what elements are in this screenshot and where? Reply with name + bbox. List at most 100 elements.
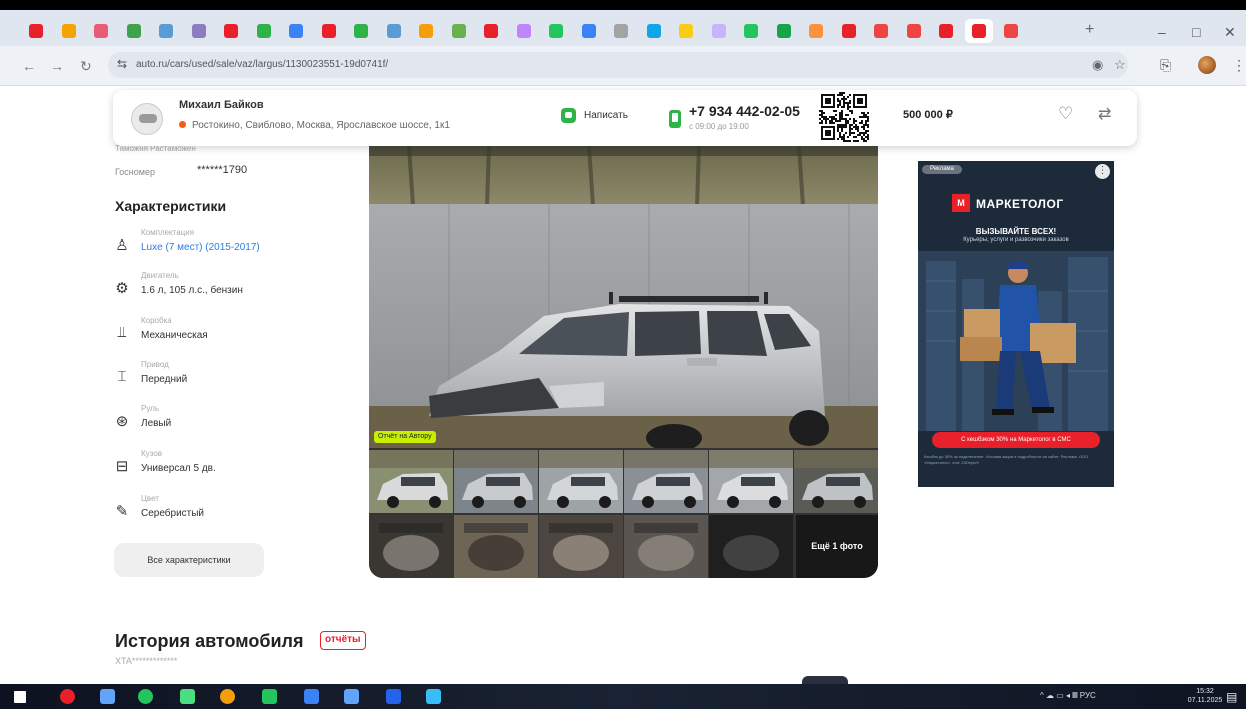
photo-thumbnail[interactable] [369, 515, 453, 578]
browser-tab[interactable] [380, 19, 408, 43]
browser-tab[interactable] [965, 19, 993, 43]
photo-thumbnail[interactable] [454, 515, 538, 578]
browser-tab[interactable] [607, 19, 635, 43]
browser-tab[interactable] [477, 19, 505, 43]
photo-thumbnail[interactable] [709, 450, 793, 513]
tab-favicon-icon [354, 24, 368, 38]
photo-thumbnail[interactable] [794, 450, 878, 513]
photo-thumbnail[interactable] [709, 515, 793, 578]
chat-icon [561, 108, 576, 123]
tab-favicon-icon [647, 24, 661, 38]
report-badge: Отчёт на Автору [374, 431, 436, 443]
browser-tab[interactable] [445, 19, 473, 43]
characteristic-value: Левый [141, 418, 172, 429]
taskbar-app-icon[interactable] [426, 689, 441, 704]
start-button[interactable] [14, 691, 26, 703]
browser-tab[interactable] [315, 19, 343, 43]
all-characteristics-button[interactable]: Все характеристики [114, 543, 264, 577]
browser-tab[interactable] [770, 19, 798, 43]
profile-avatar[interactable] [1198, 56, 1216, 74]
browser-tab[interactable] [87, 19, 115, 43]
seller-name[interactable]: Михаил Байков [179, 99, 264, 111]
ad-menu-icon[interactable]: ⋮ [1095, 164, 1110, 179]
browser-menu-icon[interactable]: ⋮ [1232, 57, 1246, 74]
characteristic-label: Руль [141, 404, 159, 413]
new-tab-button[interactable]: + [1085, 21, 1094, 39]
phone-number[interactable]: +7 934 442-02-05 [689, 103, 800, 119]
thumbnail-image [539, 515, 623, 578]
photo-thumbnail[interactable] [539, 515, 623, 578]
reload-button[interactable]: ↻ [80, 58, 92, 75]
favorite-heart-icon[interactable]: ♡ [1058, 104, 1073, 124]
site-info-icon[interactable]: ⇆ [117, 57, 127, 71]
thumbnail-image [369, 450, 453, 513]
browser-tab[interactable] [55, 19, 83, 43]
browser-tab[interactable] [217, 19, 245, 43]
browser-tab[interactable] [282, 19, 310, 43]
browser-tab[interactable] [932, 19, 960, 43]
browser-tab[interactable] [120, 19, 148, 43]
browser-tab[interactable] [152, 19, 180, 43]
bookmark-star-icon[interactable]: ☆ [1114, 57, 1126, 73]
photo-thumbnail[interactable] [454, 450, 538, 513]
close-window-button[interactable]: ✕ [1224, 24, 1236, 41]
ad-banner[interactable]: Реклама ⋮ М МАРКЕТОЛОГ ВЫЗЫВАЙТЕ ВСЕХ! К… [918, 161, 1114, 487]
browser-tab[interactable] [542, 19, 570, 43]
url-text[interactable]: auto.ru/cars/used/sale/vaz/largus/113002… [136, 59, 388, 70]
taskbar-app-icon[interactable] [180, 689, 195, 704]
taskbar-app-icon[interactable] [304, 689, 319, 704]
url-input[interactable]: ⇆ auto.ru/cars/used/sale/vaz/largus/1130… [108, 52, 1128, 78]
browser-tab[interactable] [705, 19, 733, 43]
maximize-button[interactable]: □ [1192, 24, 1200, 40]
seller-avatar[interactable] [131, 103, 163, 135]
tab-favicon-icon [322, 24, 336, 38]
compare-icon[interactable]: ⇄ [1098, 104, 1111, 124]
browser-tab[interactable] [900, 19, 928, 43]
system-tray[interactable]: ^ ☁ ▭ ◂ 𝄜 РУС [1040, 691, 1096, 701]
browser-tab[interactable] [250, 19, 278, 43]
browser-tab[interactable] [640, 19, 668, 43]
photo-thumbnail[interactable] [624, 450, 708, 513]
photo-thumbnail[interactable] [369, 450, 453, 513]
browser-tab[interactable] [737, 19, 765, 43]
eye-icon[interactable]: ◉ [1092, 57, 1103, 73]
back-button[interactable]: ← [22, 58, 36, 74]
browser-tab[interactable] [185, 19, 213, 43]
extensions-icon[interactable]: ⎘ [1160, 57, 1171, 74]
taskbar-app-icon[interactable] [138, 689, 153, 704]
minimize-button[interactable]: – [1158, 24, 1166, 40]
characteristic-value[interactable]: Luxe (7 мест) (2015-2017) [141, 242, 260, 253]
write-message-button[interactable]: Написать [561, 108, 628, 128]
tab-favicon-icon [257, 24, 271, 38]
clock-time: 15:32 [1196, 688, 1214, 695]
browser-tab[interactable] [510, 19, 538, 43]
tab-favicon-icon [712, 24, 726, 38]
taskbar-app-icon[interactable] [100, 689, 115, 704]
browser-tab[interactable] [22, 19, 50, 43]
browser-tab[interactable] [412, 19, 440, 43]
browser-tab[interactable] [835, 19, 863, 43]
taskbar-app-icon[interactable] [386, 689, 401, 704]
main-car-photo[interactable] [369, 146, 878, 448]
taskbar-app-icon[interactable] [344, 689, 359, 704]
taskbar-app-icon[interactable] [220, 689, 235, 704]
more-photos-button[interactable]: Ещё 1 фото [796, 515, 878, 578]
taskbar-app-icon[interactable] [60, 689, 75, 704]
tab-favicon-icon [614, 24, 628, 38]
characteristic-icon: ✎ [115, 503, 129, 520]
browser-tab[interactable] [802, 19, 830, 43]
reports-badge[interactable]: отчёты [320, 631, 366, 650]
taskbar-app-icon[interactable] [262, 689, 277, 704]
browser-tab[interactable] [867, 19, 895, 43]
photo-thumbnail[interactable] [539, 450, 623, 513]
characteristic-value: Универсал 5 дв. [141, 463, 216, 474]
ad-cta-button[interactable]: С кешбэком 30% на Маркетолог в СМС [932, 432, 1100, 448]
browser-tab[interactable] [672, 19, 700, 43]
browser-tab[interactable] [575, 19, 603, 43]
notifications-icon[interactable]: ▤ [1226, 690, 1237, 704]
clock[interactable]: 15:32 07.11.2025 [1185, 687, 1225, 705]
photo-thumbnail[interactable] [624, 515, 708, 578]
browser-tab[interactable] [347, 19, 375, 43]
forward-button[interactable]: → [50, 58, 64, 74]
browser-tab[interactable] [997, 19, 1025, 43]
